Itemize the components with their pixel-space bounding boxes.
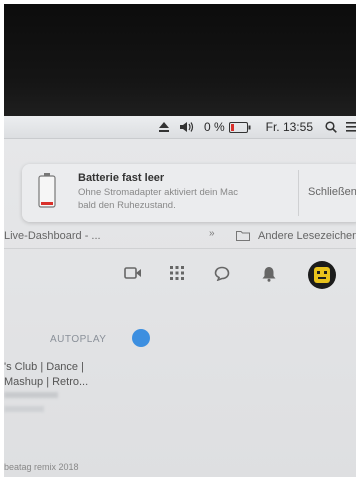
battery-icon bbox=[228, 121, 251, 133]
other-bookmarks[interactable]: Andere Lesezeichen bbox=[258, 230, 356, 242]
volume-icon[interactable] bbox=[179, 121, 195, 133]
toolbar-divider bbox=[4, 248, 356, 249]
low-battery-notification[interactable]: Batterie fast leer Ohne Stromadapter akt… bbox=[22, 164, 356, 222]
search-icon[interactable] bbox=[325, 121, 337, 133]
bookmarks-overflow-chevron-icon[interactable]: » bbox=[209, 228, 215, 239]
battery-status[interactable]: 0 % bbox=[204, 120, 251, 134]
footer-video-text[interactable]: beatag remix 2018 bbox=[4, 462, 79, 472]
photo-frame: 0 % Fr. 13:55 Batterie fast leer Ohne St… bbox=[4, 4, 356, 477]
battery-low-icon bbox=[38, 173, 56, 208]
menu-bar: 0 % Fr. 13:55 bbox=[4, 116, 356, 139]
notification-divider bbox=[298, 170, 299, 216]
battery-percent: 0 % bbox=[203, 120, 225, 134]
notification-title: Batterie fast leer bbox=[78, 172, 165, 184]
autoplay-toggle[interactable] bbox=[132, 329, 150, 347]
video-title-line1[interactable]: 's Club | Dance | bbox=[4, 361, 134, 373]
list-icon[interactable] bbox=[346, 121, 356, 133]
video-title-line2[interactable]: Mashup | Retro... bbox=[4, 376, 134, 388]
video-channel-blur bbox=[4, 392, 58, 398]
video-icon[interactable] bbox=[124, 266, 142, 280]
avatar-face-icon bbox=[314, 267, 330, 283]
screen-bezel bbox=[4, 4, 356, 116]
notification-close-button[interactable]: Schließen bbox=[308, 186, 356, 198]
menu-clock[interactable]: Fr. 13:55 bbox=[266, 120, 313, 134]
eject-icon[interactable] bbox=[158, 121, 170, 133]
bookmarks-bar: Live-Dashboard - ... » Andere Lesezeiche… bbox=[4, 224, 356, 246]
notification-body-line2: bald den Ruhezustand. bbox=[78, 200, 176, 211]
bell-icon[interactable] bbox=[262, 266, 276, 282]
video-views-blur bbox=[4, 406, 44, 412]
folder-icon bbox=[236, 231, 250, 241]
autoplay-label: AUTOPLAY bbox=[50, 334, 107, 345]
notification-body: Ohne Stromadapter aktiviert dein Mac bal… bbox=[78, 186, 268, 212]
notification-body-line1: Ohne Stromadapter aktiviert dein Mac bbox=[78, 187, 238, 198]
avatar[interactable] bbox=[308, 261, 336, 289]
bookmark-live-dashboard[interactable]: Live-Dashboard - ... bbox=[4, 230, 101, 242]
apps-icon[interactable] bbox=[170, 266, 184, 280]
chat-icon[interactable] bbox=[214, 266, 230, 281]
